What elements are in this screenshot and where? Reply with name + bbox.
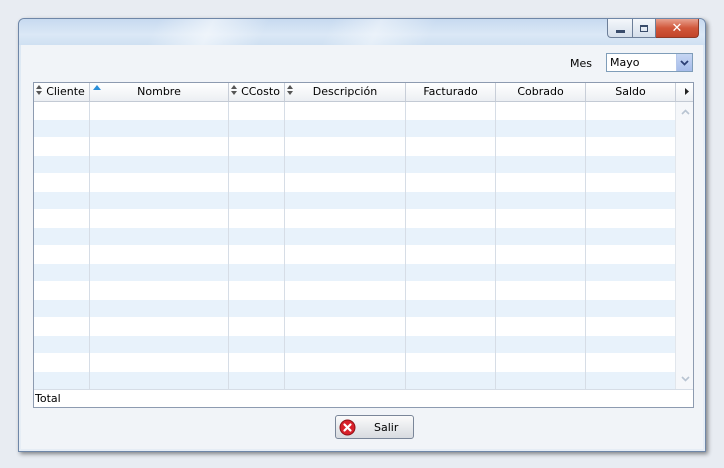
- month-label: Mes: [570, 57, 592, 70]
- grid-rows: [34, 102, 675, 390]
- table-row[interactable]: [34, 228, 675, 246]
- chevron-down-icon: [680, 59, 689, 66]
- column-header-ccosto[interactable]: CCosto: [229, 83, 285, 101]
- scroll-up-button[interactable]: [677, 104, 693, 120]
- caption-buttons: ✕: [607, 19, 699, 39]
- exit-button-label: Salir: [374, 420, 399, 434]
- data-grid[interactable]: Cliente Nombre CCosto Descripción Factur…: [33, 82, 694, 408]
- cancel-icon: [339, 419, 356, 435]
- minimize-button[interactable]: [607, 19, 633, 38]
- table-row[interactable]: [34, 120, 675, 138]
- table-row[interactable]: [34, 102, 675, 120]
- grid-header: Cliente Nombre CCosto Descripción Factur…: [34, 83, 693, 102]
- column-divider: [585, 102, 586, 407]
- table-row[interactable]: [34, 318, 675, 336]
- table-row[interactable]: [34, 138, 675, 156]
- chevron-up-icon: [680, 109, 690, 115]
- total-label: Total: [35, 392, 61, 405]
- table-row[interactable]: [34, 336, 675, 354]
- table-row[interactable]: [34, 174, 675, 192]
- table-row[interactable]: [34, 282, 675, 300]
- column-header-facturado[interactable]: Facturado: [406, 83, 496, 101]
- exit-button[interactable]: Salir: [335, 415, 414, 439]
- sort-ascending-icon: [93, 85, 101, 90]
- main-window: ✕ Mes Mayo Cliente Nombre CCosto Descrip…: [18, 18, 706, 452]
- month-select-value: Mayo: [610, 56, 640, 69]
- table-row[interactable]: [34, 210, 675, 228]
- table-row[interactable]: [34, 246, 675, 264]
- close-icon: ✕: [671, 20, 683, 36]
- title-bar[interactable]: ✕: [19, 19, 705, 45]
- table-row[interactable]: [34, 354, 675, 372]
- table-row[interactable]: [34, 372, 675, 390]
- totals-row: Total: [34, 389, 693, 407]
- vertical-scrollbar[interactable]: [675, 102, 693, 389]
- column-header-saldo[interactable]: Saldo: [586, 83, 676, 101]
- chevron-right-icon[interactable]: [685, 88, 689, 95]
- column-header-cobrado[interactable]: Cobrado: [496, 83, 586, 101]
- table-row[interactable]: [34, 156, 675, 174]
- column-divider: [495, 102, 496, 407]
- column-divider: [89, 102, 90, 407]
- chevron-down-icon: [680, 376, 690, 382]
- minimize-icon: [615, 30, 625, 33]
- scroll-down-button[interactable]: [677, 371, 693, 387]
- close-button[interactable]: ✕: [656, 19, 699, 38]
- client-area: Mes Mayo Cliente Nombre CCosto Descripci…: [21, 45, 703, 449]
- column-divider: [228, 102, 229, 407]
- sort-icon: [231, 85, 237, 95]
- sort-icon: [36, 85, 42, 95]
- column-divider: [405, 102, 406, 407]
- table-row[interactable]: [34, 192, 675, 210]
- dropdown-arrow-button[interactable]: [676, 54, 692, 71]
- table-row[interactable]: [34, 300, 675, 318]
- table-row[interactable]: [34, 264, 675, 282]
- column-divider: [284, 102, 285, 407]
- column-header-descripcion[interactable]: Descripción: [285, 83, 406, 101]
- maximize-button[interactable]: [633, 19, 656, 38]
- column-header-cliente[interactable]: Cliente: [34, 83, 90, 101]
- sort-icon: [287, 85, 293, 95]
- month-select[interactable]: Mayo: [606, 53, 693, 72]
- maximize-icon: [640, 24, 648, 32]
- column-header-nombre[interactable]: Nombre: [90, 83, 229, 101]
